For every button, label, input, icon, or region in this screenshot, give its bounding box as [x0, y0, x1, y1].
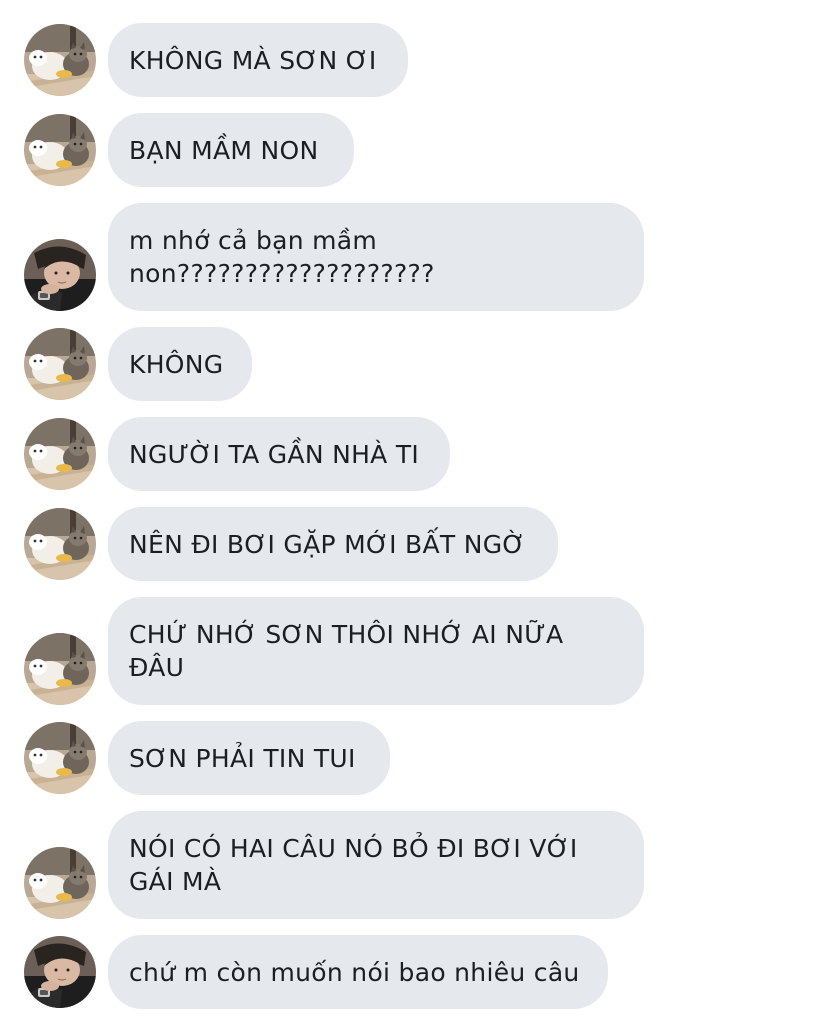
message-row: CHỨ NHỚ SƠN THÔI NHỚ AI NỮA ĐÂU	[0, 597, 828, 705]
cat-avatar-icon[interactable]	[24, 114, 96, 186]
man-avatar-icon[interactable]	[24, 936, 96, 1008]
message-row: SƠN PHẢI TIN TUI	[0, 721, 828, 795]
message-row: NÊN ĐI BƠI GẶP MỚI BẤT NGỜ	[0, 507, 828, 581]
message-bubble[interactable]: NÊN ĐI BƠI GẶP MỚI BẤT NGỜ	[108, 507, 558, 581]
cat-avatar-icon[interactable]	[24, 328, 96, 400]
message-bubble[interactable]: KHÔNG MÀ SƠN ƠI	[108, 23, 408, 97]
message-row: KHÔNG MÀ SƠN ƠI	[0, 23, 828, 97]
message-bubble[interactable]: KHÔNG	[108, 327, 252, 401]
message-bubble[interactable]: SƠN PHẢI TIN TUI	[108, 721, 390, 795]
cat-avatar-icon[interactable]	[24, 418, 96, 490]
message-bubble[interactable]: m nhớ cả bạn mầm non???????????????????	[108, 203, 644, 311]
message-row: BẠN MẦM NON	[0, 113, 828, 187]
message-row: chứ m còn muốn nói bao nhiêu câu	[0, 935, 828, 1009]
message-thread: KHÔNG MÀ SƠN ƠI BẠN MẦM NON m nhớ cả bạn…	[0, 0, 828, 1025]
message-bubble[interactable]: CHỨ NHỚ SƠN THÔI NHỚ AI NỮA ĐÂU	[108, 597, 644, 705]
man-avatar-icon[interactable]	[24, 239, 96, 311]
cat-avatar-icon[interactable]	[24, 722, 96, 794]
message-row: m nhớ cả bạn mầm non???????????????????	[0, 203, 828, 311]
cat-avatar-icon[interactable]	[24, 508, 96, 580]
message-bubble[interactable]: NGƯỜI TA GẦN NHÀ TI	[108, 417, 450, 491]
cat-avatar-icon[interactable]	[24, 633, 96, 705]
message-bubble[interactable]: chứ m còn muốn nói bao nhiêu câu	[108, 935, 608, 1009]
message-row: KHÔNG	[0, 327, 828, 401]
cat-avatar-icon[interactable]	[24, 847, 96, 919]
message-row: NGƯỜI TA GẦN NHÀ TI	[0, 417, 828, 491]
message-bubble[interactable]: NÓI CÓ HAI CÂU NÓ BỎ ĐI BƠI VỚI GÁI MÀ	[108, 811, 644, 919]
cat-avatar-icon[interactable]	[24, 24, 96, 96]
message-row: NÓI CÓ HAI CÂU NÓ BỎ ĐI BƠI VỚI GÁI MÀ	[0, 811, 828, 919]
message-bubble[interactable]: BẠN MẦM NON	[108, 113, 354, 187]
